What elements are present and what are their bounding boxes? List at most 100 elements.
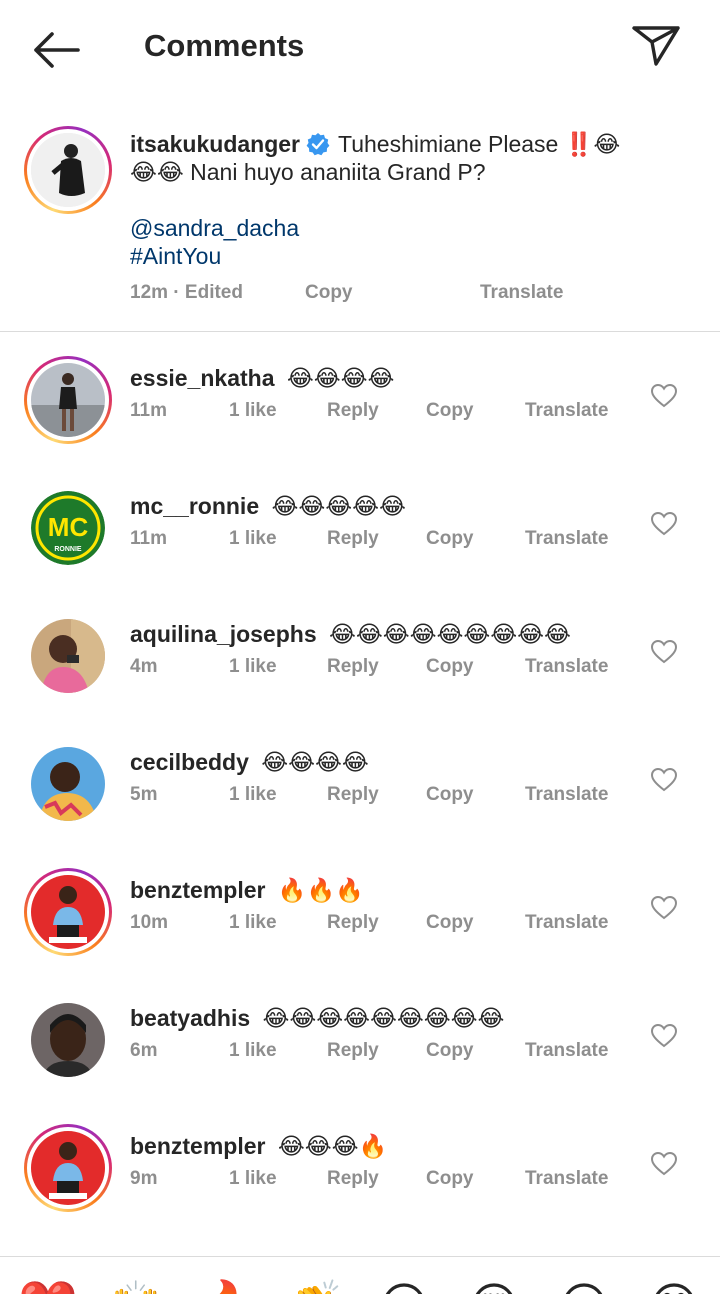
comment-likes[interactable]: 1 like	[229, 656, 277, 678]
reply-button[interactable]: Reply	[327, 528, 379, 550]
comment-likes[interactable]: 1 like	[229, 1040, 277, 1062]
comment-text: aquilina_josephs 😂😂😂😂😂😂😂😂😂	[130, 620, 571, 648]
hashtag-link[interactable]: #AintYou	[130, 243, 221, 269]
caption-translate-button[interactable]: Translate	[480, 282, 563, 304]
avatar-caption-author[interactable]	[24, 126, 112, 214]
copy-button[interactable]: Copy	[426, 784, 474, 806]
reaction-crying-icon[interactable]: 😢	[376, 1279, 432, 1294]
comment-text: benztempler 🔥🔥🔥	[130, 876, 364, 904]
caption-text: itsakukudanger Tuheshimiane Please ‼️😂 😂😂…	[130, 130, 690, 270]
copy-button[interactable]: Copy	[426, 912, 474, 934]
comment-item: aquilina_josephs 😂😂😂😂😂😂😂😂😂 4m 1 like Rep…	[0, 612, 720, 740]
comment-meta: 11m 1 like Reply Copy Translate	[0, 400, 720, 424]
comment-text: beatyadhis 😂😂😂😂😂😂😂😂😂	[130, 1004, 504, 1032]
comment-item: beatyadhis 😂😂😂😂😂😂😂😂😂 6m 1 like Reply Cop…	[0, 996, 720, 1124]
comment-emojis: 😂😂😂😂😂😂😂😂😂	[322, 621, 571, 647]
comment-time: 11m	[130, 400, 167, 421]
comment-likes[interactable]: 1 like	[229, 1168, 277, 1190]
reaction-raised-hands-icon[interactable]: 🙌	[106, 1279, 166, 1294]
comment-emojis: 😂😂😂😂	[254, 749, 369, 775]
comment-time: 5m	[130, 784, 158, 805]
like-heart-icon[interactable]	[650, 510, 678, 538]
comment-emojis: 😂😂😂🔥	[271, 1133, 388, 1159]
comment-text: benztempler 😂😂😂🔥	[130, 1132, 387, 1160]
back-arrow-icon[interactable]	[28, 24, 84, 76]
comment-username[interactable]: mc__ronnie	[130, 493, 259, 519]
page-title: Comments	[144, 28, 305, 63]
comment-emojis: 🔥🔥🔥	[271, 877, 364, 903]
caption-line-2: 😂😂 Nani huyo ananiita Grand P?	[130, 159, 486, 185]
comment-username[interactable]: benztempler	[130, 1133, 265, 1159]
comment-item: essie_nkatha 😂😂😂😂 11m 1 like Reply Copy …	[0, 356, 720, 484]
comment-emojis: 😂😂😂😂	[280, 365, 395, 391]
translate-button[interactable]: Translate	[525, 400, 608, 422]
comment-item: benztempler 🔥🔥🔥 10m 1 like Reply Copy Tr…	[0, 868, 720, 996]
comment-time: 9m	[130, 1168, 158, 1189]
comment-username[interactable]: cecilbeddy	[130, 749, 249, 775]
reaction-surprised-icon[interactable]: 😮	[556, 1279, 612, 1294]
copy-button[interactable]: Copy	[426, 1040, 474, 1062]
copy-button[interactable]: Copy	[426, 528, 474, 550]
post-caption: itsakukudanger Tuheshimiane Please ‼️😂 😂😂…	[0, 124, 720, 332]
reaction-fire-icon[interactable]: 🔥	[196, 1279, 256, 1294]
copy-button[interactable]: Copy	[426, 656, 474, 678]
comment-meta: 4m 1 like Reply Copy Translate	[0, 656, 720, 680]
translate-button[interactable]: Translate	[525, 1040, 608, 1062]
reply-button[interactable]: Reply	[327, 656, 379, 678]
translate-button[interactable]: Translate	[525, 656, 608, 678]
reply-button[interactable]: Reply	[327, 1168, 379, 1190]
comment-username[interactable]: beatyadhis	[130, 1005, 250, 1031]
comment-likes[interactable]: 1 like	[229, 400, 277, 422]
comment-likes[interactable]: 1 like	[229, 784, 277, 806]
comment-meta: 6m 1 like Reply Copy Translate	[0, 1040, 720, 1064]
like-heart-icon[interactable]	[650, 1022, 678, 1050]
reaction-clap-icon[interactable]: 👏	[286, 1279, 346, 1294]
like-heart-icon[interactable]	[650, 1150, 678, 1178]
copy-button[interactable]: Copy	[426, 1168, 474, 1190]
translate-button[interactable]: Translate	[525, 912, 608, 934]
comment-text: essie_nkatha 😂😂😂😂	[130, 364, 394, 392]
reply-button[interactable]: Reply	[327, 1040, 379, 1062]
direct-send-icon[interactable]	[628, 20, 684, 72]
verified-badge-icon	[306, 133, 330, 156]
caption-username[interactable]: itsakukudanger	[130, 131, 300, 157]
reply-button[interactable]: Reply	[327, 912, 379, 934]
comment-time: 10m	[130, 912, 169, 933]
comment-meta: 9m 1 like Reply Copy Translate	[0, 1168, 720, 1192]
caption-line-1: Tuheshimiane Please ‼️😂	[338, 131, 621, 157]
like-heart-icon[interactable]	[650, 638, 678, 666]
comment-emojis: 😂😂😂😂😂😂😂😂😂	[256, 1005, 505, 1031]
comment-meta: 5m 1 like Reply Copy Translate	[0, 784, 720, 808]
comment-time: 6m	[130, 1040, 158, 1061]
comment-meta: 11m 1 like Reply Copy Translate	[0, 528, 720, 552]
reaction-laughing-icon[interactable]: 😂	[646, 1279, 702, 1294]
comment-username[interactable]: essie_nkatha	[130, 365, 274, 391]
comment-likes[interactable]: 1 like	[229, 528, 277, 550]
comment-time: 4m	[130, 656, 158, 677]
like-heart-icon[interactable]	[650, 894, 678, 922]
mention-link[interactable]: @sandra_dacha	[130, 215, 299, 241]
reaction-heart-icon[interactable]: ❤️	[18, 1279, 78, 1294]
translate-button[interactable]: Translate	[525, 528, 608, 550]
caption-copy-button[interactable]: Copy	[305, 282, 353, 304]
quick-reaction-bar: ❤️ 🙌 🔥 👏 😢 😍 😮 😂	[0, 1256, 720, 1294]
comment-username[interactable]: benztempler	[130, 877, 265, 903]
like-heart-icon[interactable]	[650, 382, 678, 410]
comment-text: mc__ronnie 😂😂😂😂😂	[130, 492, 406, 520]
comment-meta: 10m 1 like Reply Copy Translate	[0, 912, 720, 936]
reply-button[interactable]: Reply	[327, 784, 379, 806]
comment-username[interactable]: aquilina_josephs	[130, 621, 317, 647]
reply-button[interactable]: Reply	[327, 400, 379, 422]
comment-item: cecilbeddy 😂😂😂😂 5m 1 like Reply Copy Tra…	[0, 740, 720, 868]
comment-emojis: 😂😂😂😂😂	[265, 493, 406, 519]
comment-item: benztempler 😂😂😂🔥 9m 1 like Reply Copy Tr…	[0, 1124, 720, 1252]
comment-likes[interactable]: 1 like	[229, 912, 277, 934]
translate-button[interactable]: Translate	[525, 784, 608, 806]
comment-item: MC RONNIE mc__ronnie 😂😂😂😂😂 11m 1 like Re…	[0, 484, 720, 612]
like-heart-icon[interactable]	[650, 766, 678, 794]
comment-text: cecilbeddy 😂😂😂😂	[130, 748, 369, 776]
copy-button[interactable]: Copy	[426, 400, 474, 422]
translate-button[interactable]: Translate	[525, 1168, 608, 1190]
header-bar: Comments	[0, 0, 720, 100]
reaction-heart-eyes-icon[interactable]: 😍	[466, 1279, 522, 1294]
